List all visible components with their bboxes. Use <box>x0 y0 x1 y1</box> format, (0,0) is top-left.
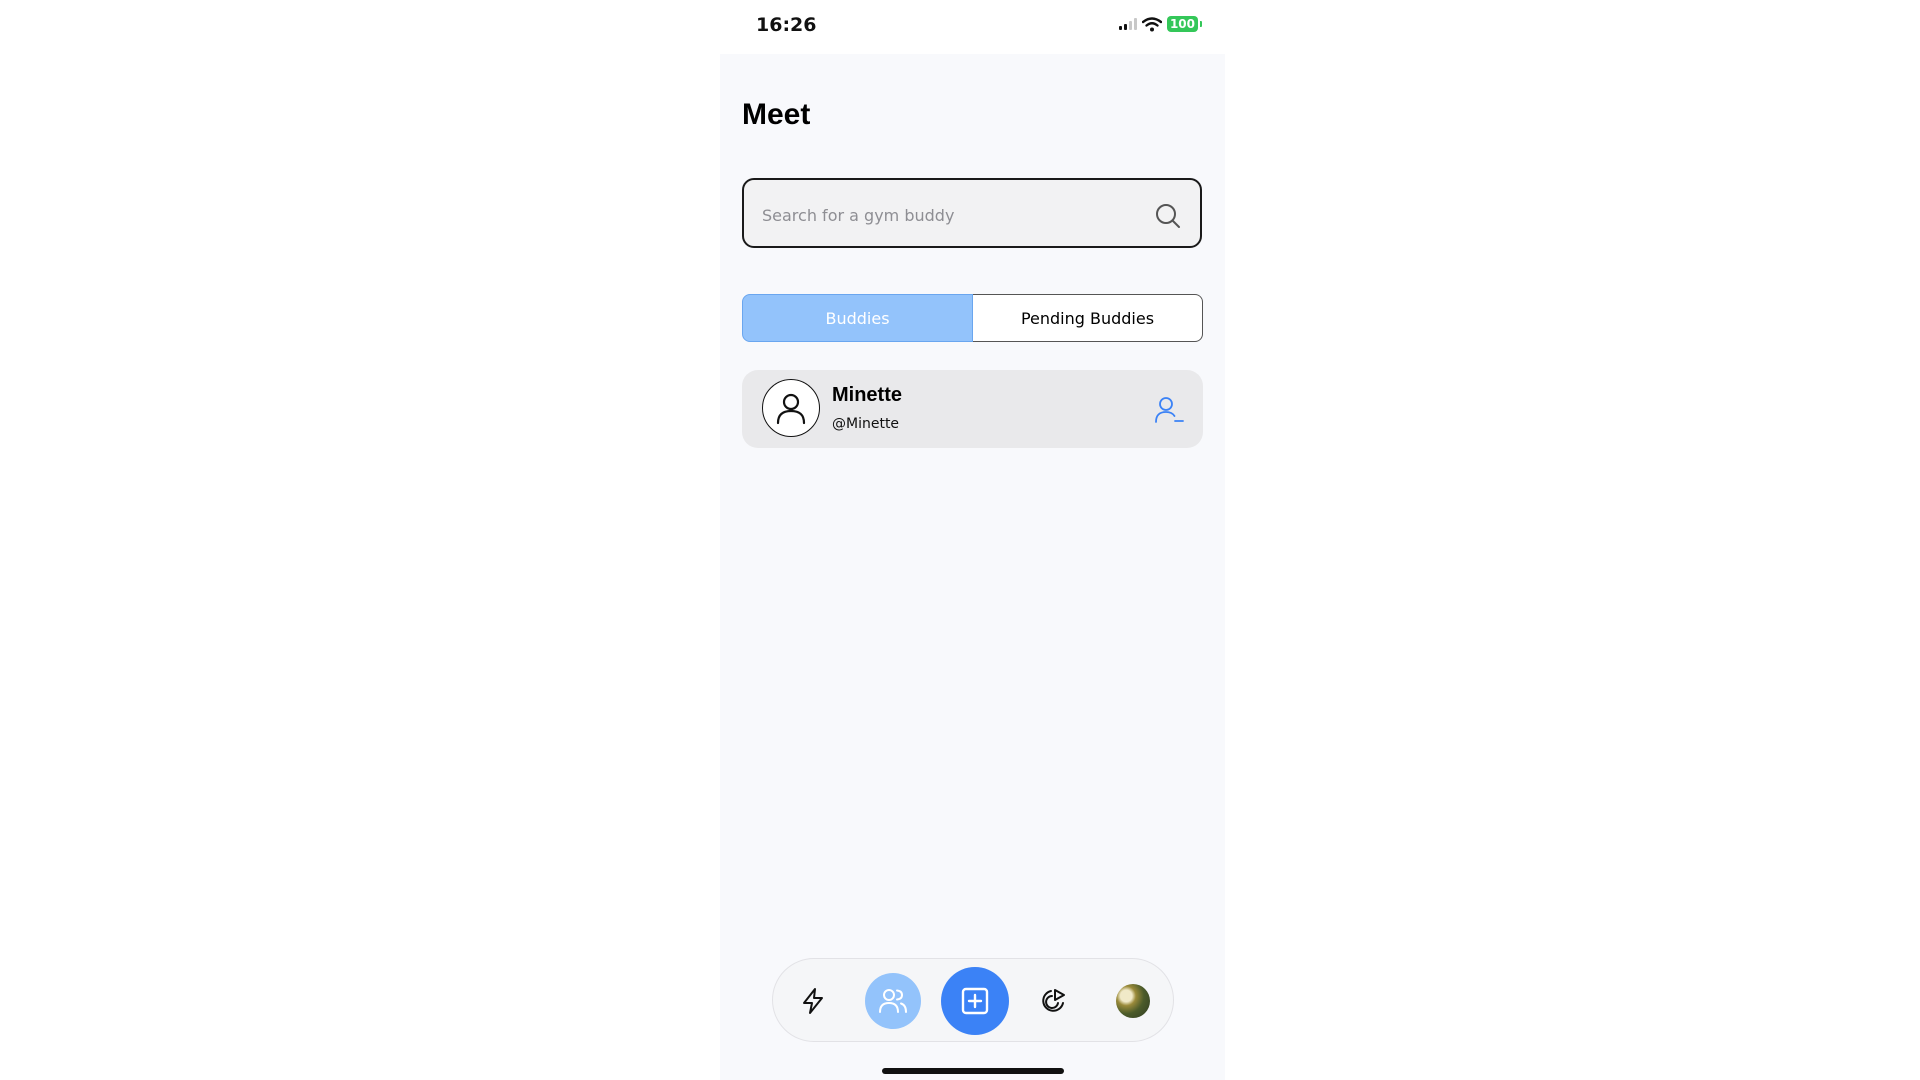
avatar <box>762 379 820 437</box>
signal-icon <box>1118 18 1137 30</box>
tab-pending-buddies[interactable]: Pending Buddies <box>973 294 1203 342</box>
buddy-list-item[interactable]: Minette @Minette <box>742 370 1203 448</box>
add-button[interactable] <box>941 967 1009 1035</box>
add-icon <box>961 987 989 1015</box>
search-icon[interactable] <box>1154 202 1182 230</box>
battery-indicator: 100 <box>1166 16 1203 32</box>
tab-activity[interactable] <box>785 973 841 1029</box>
buddies-icon <box>879 989 907 1013</box>
buddy-name: Minette <box>832 384 902 406</box>
bolt-icon <box>803 988 823 1014</box>
tab-stats[interactable] <box>1025 973 1081 1029</box>
tab-buddies[interactable]: Buddies <box>742 294 973 342</box>
remove-user-icon[interactable] <box>1153 394 1185 426</box>
meet-screen: Meet Buddies Pending Buddies Minette @Mi… <box>720 54 1225 1080</box>
user-icon <box>776 393 806 425</box>
buddies-tabs: Buddies Pending Buddies <box>742 294 1203 342</box>
tab-buddies-nav[interactable] <box>865 973 921 1029</box>
buddy-handle: @Minette <box>832 416 900 432</box>
wifi-icon <box>1141 16 1162 31</box>
status-time: 16:26 <box>756 14 817 36</box>
status-bar: 16:26 100 <box>740 8 1220 40</box>
page-title: Meet <box>742 98 811 131</box>
status-icons: 100 <box>1118 16 1203 32</box>
search-box[interactable] <box>742 178 1202 248</box>
home-indicator <box>882 1068 1064 1074</box>
tab-profile[interactable] <box>1105 973 1161 1029</box>
stats-icon <box>1042 989 1065 1012</box>
profile-avatar <box>1116 984 1150 1018</box>
search-input[interactable] <box>760 198 1144 232</box>
bottom-tab-bar <box>772 958 1174 1042</box>
